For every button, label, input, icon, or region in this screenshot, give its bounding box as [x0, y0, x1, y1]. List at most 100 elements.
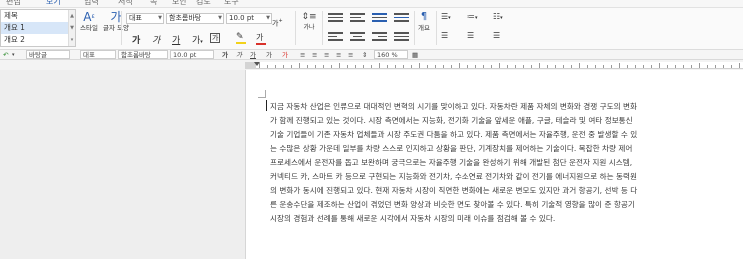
- table-icon[interactable]: ▦: [412, 50, 418, 60]
- distribute-icon[interactable]: [394, 32, 409, 44]
- style-button[interactable]: Aε 스타일: [80, 10, 98, 32]
- indent-icon[interactable]: [372, 13, 387, 25]
- chevron-down-icon[interactable]: ▾: [12, 50, 15, 60]
- ruler-tick: [523, 65, 524, 68]
- distribute-button-2[interactable]: ≡: [348, 50, 353, 60]
- paragraph-shape-button[interactable]: ¶ 개요: [416, 10, 432, 33]
- ruler-tick: [579, 63, 580, 68]
- ribbon-divider: [436, 11, 437, 45]
- line-spacing-icon: ⇕≡: [301, 12, 317, 22]
- menu-review[interactable]: 검토: [196, 0, 211, 7]
- ruler-tick: [411, 65, 412, 68]
- undo-icon[interactable]: ↶: [3, 50, 8, 60]
- ruler-tick: [299, 63, 300, 68]
- document-workspace: 지금 자동차 산업은 인류으로 대대적인 변혁의 시기를 맞이하고 있다. 자동…: [0, 70, 743, 259]
- font-grow-button[interactable]: 가+: [272, 18, 283, 28]
- style-item-title[interactable]: 제목: [1, 10, 75, 22]
- line-spacing-button-2[interactable]: ⇕: [362, 50, 367, 60]
- ruler-tick: [611, 65, 612, 68]
- ruler-tick: [427, 65, 428, 68]
- ruler-tick: [347, 65, 348, 68]
- bold-button-2[interactable]: 가: [222, 50, 228, 60]
- underline-button[interactable]: 가: [172, 33, 180, 46]
- outdent-icon[interactable]: [394, 13, 409, 25]
- bullet-list-button[interactable]: ☰▾: [441, 12, 451, 21]
- outline-list-button[interactable]: ☷▾: [493, 12, 503, 21]
- style-gallery-scrollbar[interactable]: ▲ ▼ ▾: [68, 10, 75, 46]
- line-spacing-button[interactable]: ⇕≡ 가나: [301, 10, 317, 32]
- list-reset-button[interactable]: ☰: [493, 31, 500, 40]
- highlight-button[interactable]: ✎: [236, 32, 246, 44]
- ruler-tick: [435, 65, 436, 68]
- ruler-tick: [699, 63, 700, 68]
- ruler-tick: [275, 65, 276, 68]
- font-name-select[interactable]: 함초롬바탕 ▼: [166, 13, 224, 24]
- align-left-icon[interactable]: [350, 13, 365, 25]
- strike-button[interactable]: 가▾: [192, 33, 203, 46]
- italic-button-2[interactable]: 가: [236, 50, 242, 60]
- style-item-outline-1[interactable]: 개요 1: [1, 22, 75, 34]
- italic-button[interactable]: 가: [152, 33, 160, 46]
- ruler-tick: [259, 63, 260, 68]
- underline-button-2[interactable]: 가: [250, 50, 256, 60]
- menu-edit[interactable]: 편집: [6, 0, 21, 7]
- numbered-list-button[interactable]: ≔▾: [467, 12, 478, 21]
- ruler-tick: [707, 65, 708, 68]
- menu-page[interactable]: 쪽: [150, 0, 157, 7]
- style-gallery[interactable]: 제목 개요 1 개요 2 ▲ ▼ ▾: [0, 9, 76, 47]
- align-justify-button-2[interactable]: ≡: [300, 50, 305, 60]
- font-category-value-2: 대표: [83, 51, 95, 59]
- menu-format[interactable]: 서식: [118, 0, 133, 7]
- style-select[interactable]: 바탕글: [26, 50, 70, 59]
- font-category-select-2[interactable]: 대표: [80, 50, 116, 59]
- align-left-2-icon[interactable]: [328, 32, 343, 44]
- align-center-button-2[interactable]: ≡: [324, 50, 329, 60]
- ruler-tick: [515, 65, 516, 68]
- scroll-down-icon[interactable]: ▼: [69, 22, 75, 34]
- font-size-input[interactable]: 10.0 pt ▼: [226, 13, 272, 24]
- list-level-up-button[interactable]: ☰: [467, 31, 474, 40]
- paragraph-line: 의 변화가 동시에 진행되고 있다. 현재 자동차 시장이 직면한 변화에는 새…: [270, 186, 638, 195]
- ruler-tick: [291, 65, 292, 68]
- char-border-button[interactable]: 가: [210, 33, 221, 43]
- align-left-button-2[interactable]: ≡: [312, 50, 317, 60]
- align-right-button-2[interactable]: ≡: [336, 50, 341, 60]
- ruler-tick: [739, 63, 740, 68]
- font-size-unit: pt: [246, 14, 255, 22]
- more-icon[interactable]: ▾: [69, 34, 75, 46]
- document-page[interactable]: 지금 자동차 산업은 인류으로 대대적인 변혁의 시기를 맞이하고 있다. 자동…: [245, 70, 743, 259]
- font-color-button[interactable]: 가: [256, 32, 266, 45]
- ruler-tick: [531, 65, 532, 68]
- char-color-button-2[interactable]: 가: [266, 50, 272, 60]
- ruler-tick: [491, 65, 492, 68]
- zoom-select[interactable]: 160 %: [374, 50, 408, 59]
- font-color-button-2[interactable]: 가: [282, 50, 288, 60]
- style-item-outline-2[interactable]: 개요 2: [1, 34, 75, 46]
- ruler-tick: [659, 63, 660, 68]
- menu-security[interactable]: 보안: [172, 0, 187, 7]
- page-corner-mark: [258, 90, 266, 98]
- scroll-up-icon[interactable]: ▲: [69, 10, 75, 22]
- font-size-input-2[interactable]: 10.0 pt: [170, 50, 214, 59]
- font-category-select[interactable]: 대표 ▼: [126, 13, 164, 24]
- ruler-tick: [563, 65, 564, 68]
- align-center-icon[interactable]: [350, 32, 365, 44]
- ruler-tick: [395, 65, 396, 68]
- ruler-tick: [315, 65, 316, 68]
- ruler-tick: [475, 65, 476, 68]
- ribbon-divider: [322, 11, 323, 45]
- list-level-down-button[interactable]: ☰: [441, 31, 448, 40]
- align-right-icon[interactable]: [372, 32, 387, 44]
- ruler-tick: [547, 65, 548, 68]
- menu-tools[interactable]: 도구: [224, 0, 239, 7]
- menu-insert[interactable]: 입력: [84, 0, 99, 7]
- highlighter-icon: ✎: [236, 32, 244, 42]
- font-name-select-2[interactable]: 함초롬바탕: [118, 50, 168, 59]
- paragraph-line: 프로세스에서 운전자를 돕고 보완하며 궁극으로는 자율주행 기술을 완성하기 …: [270, 158, 633, 167]
- align-justify-icon[interactable]: [328, 13, 343, 25]
- horizontal-ruler[interactable]: [245, 62, 743, 69]
- bold-button[interactable]: 가: [132, 33, 140, 46]
- menu-view[interactable]: 보기: [46, 0, 61, 7]
- style-select-value: 바탕글: [29, 51, 47, 59]
- document-body[interactable]: 지금 자동차 산업은 인류으로 대대적인 변혁의 시기를 맞이하고 있다. 자동…: [270, 100, 743, 226]
